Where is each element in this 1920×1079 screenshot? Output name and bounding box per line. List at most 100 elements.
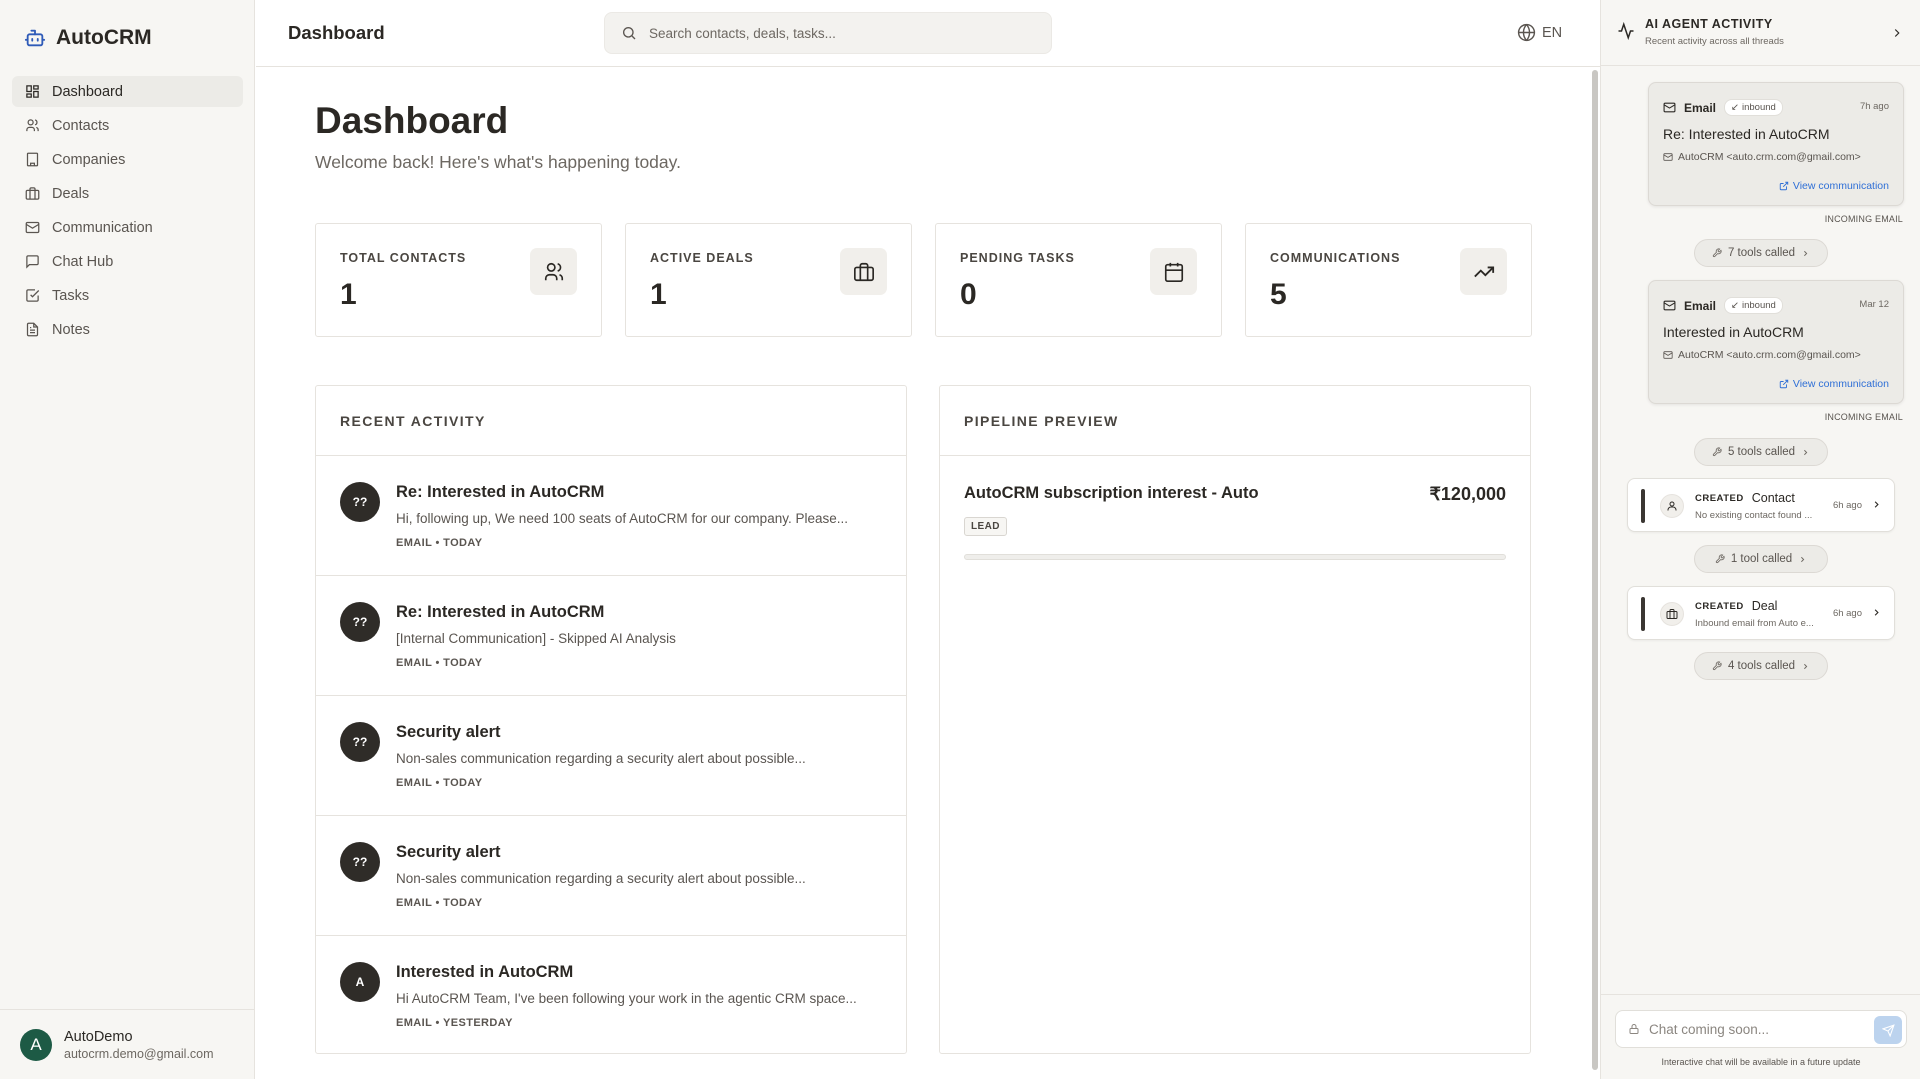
activity-icon	[1617, 22, 1635, 40]
created-deal-card[interactable]: CREATED Deal Inbound email from Auto e..…	[1627, 586, 1895, 640]
email-type-label: Email	[1684, 298, 1717, 313]
activity-snippet: Non-sales communication regarding a secu…	[396, 751, 806, 766]
activity-item[interactable]: ?? Re: Interested in AutoCRM [Internal C…	[316, 576, 906, 696]
view-communication-link[interactable]: View communication	[1779, 180, 1889, 192]
sidebar-item-deals[interactable]: Deals	[12, 178, 243, 209]
main-scrollbar[interactable]	[1592, 70, 1598, 1070]
lock-icon	[1628, 1023, 1640, 1035]
deal-item[interactable]: AutoCRM subscription interest - Auto ₹12…	[940, 456, 1530, 560]
ai-agent-panel: AI AGENT ACTIVITY Recent activity across…	[1600, 0, 1920, 1079]
trending-up-icon	[1460, 248, 1507, 295]
stat-card-active-deals[interactable]: ACTIVE DEALS 1	[625, 223, 912, 337]
pipeline-preview-panel: PIPELINE PREVIEW AutoCRM subscription in…	[939, 385, 1531, 1054]
stat-card-communications[interactable]: COMMUNICATIONS 5	[1245, 223, 1532, 337]
email-from: AutoCRM <auto.crm.com@gmail.com>	[1663, 349, 1861, 361]
sidebar-item-communication[interactable]: Communication	[12, 212, 243, 243]
sidebar-item-label: Contacts	[52, 117, 110, 134]
created-entity: Contact	[1751, 491, 1795, 505]
chat-input[interactable]	[1649, 1021, 1849, 1037]
robot-icon	[24, 27, 46, 49]
brand[interactable]: AutoCRM	[24, 24, 152, 52]
briefcase-icon	[1660, 602, 1684, 626]
card-accent-bar	[1641, 489, 1645, 523]
message-square-icon	[25, 254, 40, 269]
activity-snippet: Hi, following up, We need 100 seats of A…	[396, 511, 848, 526]
chevron-right-icon[interactable]	[1890, 26, 1904, 40]
sidebar-item-companies[interactable]: Companies	[12, 144, 243, 175]
search-box[interactable]	[604, 12, 1052, 54]
topbar: Dashboard EN	[256, 0, 1600, 67]
arrow-down-left-icon: ↙	[1731, 300, 1739, 311]
activity-item[interactable]: ?? Security alert Non-sales communicatio…	[316, 696, 906, 816]
activity-snippet: Non-sales communication regarding a secu…	[396, 871, 806, 886]
users-icon	[25, 118, 40, 133]
created-contact-card[interactable]: CREATED Contact No existing contact foun…	[1627, 478, 1895, 532]
sidebar-item-label: Dashboard	[52, 83, 123, 100]
globe-icon	[1517, 23, 1536, 42]
activity-title: Interested in AutoCRM	[396, 963, 574, 981]
sidebar-item-label: Communication	[52, 219, 153, 236]
sidebar-item-tasks[interactable]: Tasks	[12, 280, 243, 311]
ai-agent-header[interactable]: AI AGENT ACTIVITY Recent activity across…	[1601, 0, 1920, 66]
activity-title: Re: Interested in AutoCRM	[396, 483, 605, 501]
deal-value: ₹120,000	[1429, 484, 1506, 504]
view-communication-label: View communication	[1792, 378, 1889, 390]
chevron-right-icon	[1801, 249, 1810, 258]
view-communication-label: View communication	[1792, 180, 1889, 192]
tools-called-label: 5 tools called	[1727, 446, 1796, 458]
tools-called-pill[interactable]: 4 tools called	[1694, 652, 1828, 680]
building-icon	[25, 152, 40, 167]
activity-item[interactable]: ?? Security alert Non-sales communicatio…	[316, 816, 906, 936]
language-label: EN	[1542, 24, 1563, 41]
agent-email-card[interactable]: Email ↙ inbound Mar 12 Interested in Auto…	[1648, 280, 1904, 404]
mail-icon	[25, 220, 40, 235]
created-description: Inbound email from Auto e...	[1695, 618, 1814, 629]
wrench-icon	[1712, 447, 1722, 457]
activity-meta: EMAIL • TODAY	[396, 897, 483, 909]
activity-snippet: [Internal Communication] - Skipped AI An…	[396, 631, 676, 646]
ai-agent-subtitle: Recent activity across all threads	[1645, 36, 1784, 47]
check-square-icon	[25, 288, 40, 303]
sidebar-item-label: Companies	[52, 151, 126, 168]
chevron-right-icon	[1801, 662, 1810, 671]
chat-input-box[interactable]	[1615, 1010, 1907, 1048]
activity-avatar: A	[340, 962, 380, 1002]
tools-called-pill[interactable]: 1 tool called	[1694, 545, 1828, 573]
tools-called-pill[interactable]: 7 tools called	[1694, 239, 1828, 267]
view-communication-link[interactable]: View communication	[1779, 378, 1889, 390]
direction-badge: ↙ inbound	[1724, 99, 1783, 116]
activity-item[interactable]: ?? Re: Interested in AutoCRM Hi, followi…	[316, 456, 906, 576]
created-description: No existing contact found ...	[1695, 510, 1813, 521]
search-input[interactable]	[649, 25, 1029, 41]
stat-card-total-contacts[interactable]: TOTAL CONTACTS 1	[315, 223, 602, 337]
direction-label: inbound	[1741, 300, 1776, 311]
deal-name: AutoCRM subscription interest - Auto	[964, 484, 1259, 502]
wrench-icon	[1715, 554, 1725, 564]
email-time: 7h ago	[1859, 101, 1889, 112]
created-entity: Deal	[1751, 599, 1778, 613]
language-selector[interactable]: EN	[1517, 23, 1562, 42]
activity-item[interactable]: A Interested in AutoCRM Hi AutoCRM Team,…	[316, 936, 906, 1056]
agent-email-card[interactable]: Email ↙ inbound 7h ago Re: Interested in …	[1648, 82, 1904, 206]
sidebar-item-contacts[interactable]: Contacts	[12, 110, 243, 141]
sidebar-item-notes[interactable]: Notes	[12, 314, 243, 345]
stat-value: 5	[1270, 278, 1287, 311]
sidebar-item-chat-hub[interactable]: Chat Hub	[12, 246, 243, 277]
tools-called-pill[interactable]: 5 tools called	[1694, 438, 1828, 466]
stat-label: PENDING TASKS	[960, 251, 1075, 265]
user-profile[interactable]: A AutoDemo autocrm.demo@gmail.com	[0, 1009, 255, 1079]
chevron-right-icon	[1871, 499, 1882, 510]
sidebar-item-dashboard[interactable]: Dashboard	[12, 76, 243, 107]
activity-meta: EMAIL • TODAY	[396, 777, 483, 789]
sidebar-item-label: Chat Hub	[52, 253, 114, 270]
activity-avatar: ??	[340, 482, 380, 522]
stat-card-pending-tasks[interactable]: PENDING TASKS 0	[935, 223, 1222, 337]
activity-avatar: ??	[340, 842, 380, 882]
sidebar-item-label: Tasks	[52, 287, 90, 304]
email-subject: Interested in AutoCRM	[1663, 324, 1804, 340]
ai-agent-title: AI AGENT ACTIVITY	[1645, 17, 1773, 31]
created-time: 6h ago	[1832, 500, 1862, 511]
page-title: Dashboard	[315, 100, 509, 141]
send-button[interactable]	[1874, 1016, 1902, 1044]
mail-icon	[1663, 101, 1676, 114]
